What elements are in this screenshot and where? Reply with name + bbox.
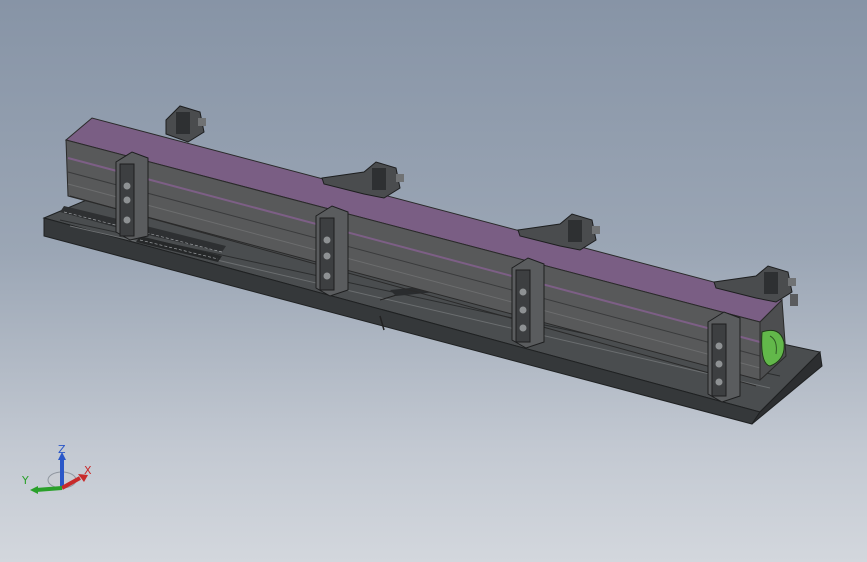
orientation-triad[interactable]: Z X Y — [18, 444, 98, 504]
front-clamp-3 — [511, 257, 545, 349]
front-clamp-1 — [115, 151, 149, 241]
x-axis-label: X — [84, 464, 92, 477]
y-axis-icon — [35, 486, 63, 492]
back-clamp-1 — [165, 105, 206, 143]
y-arrow-icon — [30, 486, 38, 494]
fixture-assembly-model[interactable] — [0, 0, 867, 562]
front-clamp-2 — [315, 205, 349, 297]
y-axis-label: Y — [21, 474, 29, 487]
z-axis-label: Z — [58, 444, 66, 456]
cad-viewport[interactable]: Z X Y — [0, 0, 867, 562]
front-clamp-4 — [707, 311, 741, 403]
